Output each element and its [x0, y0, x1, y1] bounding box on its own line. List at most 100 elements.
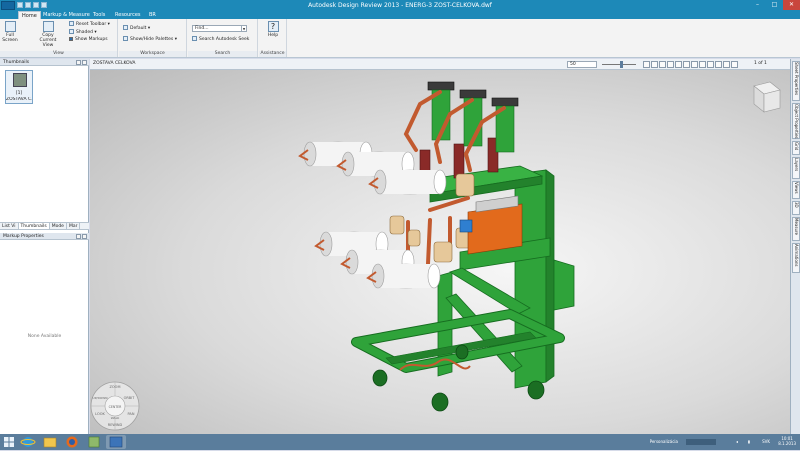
turn-icon[interactable]: [699, 61, 706, 68]
search-group-label: Search: [188, 51, 257, 57]
start-button[interactable]: [2, 435, 16, 449]
tab-resources[interactable]: Resources: [112, 11, 144, 19]
select-icon[interactable]: [643, 61, 650, 68]
app-window: Autodesk Design Review 2013 - ENERG-3 ZO…: [0, 0, 800, 434]
tab-home[interactable]: Home: [18, 11, 41, 19]
sheet-thumbnail[interactable]: [1] ZOSTAVA C...: [5, 70, 33, 104]
wheel-rewind-label[interactable]: REWIND: [108, 423, 123, 427]
workspace-group: Default ▾ Show/Hide Palettes ▾ Workspace: [119, 19, 187, 57]
wheel-walk-label[interactable]: WALK: [111, 416, 121, 420]
subtab-list-view[interactable]: List Vi: [0, 223, 19, 229]
language-indicator[interactable]: SVK: [762, 439, 770, 444]
palette-tab-grid[interactable]: Grid: [792, 141, 800, 155]
none-available-text: None Available: [27, 334, 62, 339]
tab-markup-measure[interactable]: Markup & Measure: [40, 11, 93, 19]
wheel-pan-label[interactable]: PAN: [128, 412, 135, 416]
minimize-button[interactable]: –: [749, 0, 766, 10]
close-button[interactable]: ✕: [783, 0, 800, 10]
wheel-orbit-label[interactable]: ORBIT: [124, 396, 136, 400]
zoom-percent-select[interactable]: 50: [567, 61, 597, 68]
palette-tab-views[interactable]: Views: [792, 181, 800, 199]
subtab-model[interactable]: Mode: [50, 223, 67, 229]
search-autodesk-seek-button[interactable]: Search Autodesk Seek: [192, 36, 249, 42]
zoom-slider-handle[interactable]: [620, 61, 623, 68]
first-page-icon[interactable]: [723, 61, 730, 68]
subtab-markups[interactable]: Mar: [67, 223, 81, 229]
find-placeholder: Find...: [195, 26, 209, 31]
zoom-icon[interactable]: [659, 61, 666, 68]
zoom-slider-track[interactable]: [602, 64, 636, 65]
zoom-value: 50: [570, 62, 576, 67]
reset-toolbar-icon: [69, 21, 74, 26]
find-dropdown-icon[interactable]: ▼: [241, 26, 246, 31]
full-screen-button[interactable]: Full Screen: [2, 21, 18, 43]
wheel-zoom-label[interactable]: ZOOM: [110, 385, 121, 389]
zoom-rectangle-icon[interactable]: [667, 61, 674, 68]
taskbar-file-explorer[interactable]: [40, 435, 60, 449]
orbit-icon[interactable]: [683, 61, 690, 68]
markup-pin-icon[interactable]: [76, 234, 81, 239]
tab-br[interactable]: BR: [146, 11, 159, 19]
panel-close-icon[interactable]: [82, 60, 87, 65]
find-input[interactable]: Find... ▼: [192, 25, 247, 32]
pan-icon[interactable]: [651, 61, 658, 68]
previous-page-icon[interactable]: [731, 61, 738, 68]
thumbnail-number: [1]: [15, 91, 23, 96]
tab-tools[interactable]: Tools: [90, 11, 108, 19]
palette-tab-object-properties[interactable]: Object Properties: [792, 103, 800, 139]
markup-close-icon[interactable]: [82, 234, 87, 239]
copy-current-view-button[interactable]: Copy Current View: [34, 21, 62, 48]
tray-app-icon[interactable]: [686, 439, 716, 445]
show-markups-check-icon: [69, 37, 73, 41]
palette-tab-sheet-properties[interactable]: Sheet Properties: [792, 61, 800, 101]
wheel-look-label[interactable]: LOOK: [95, 412, 105, 416]
folder-icon: [43, 437, 57, 448]
firefox-icon: [66, 436, 78, 448]
taskbar-files[interactable]: [84, 435, 104, 449]
constrained-orbit-icon[interactable]: [691, 61, 698, 68]
panel-subtabs: List Vi Thumbnails Mode Mar: [0, 222, 89, 230]
viewcube-icon[interactable]: [753, 81, 781, 113]
taskbar-internet-explorer[interactable]: [18, 435, 38, 449]
taskbar-firefox[interactable]: [62, 435, 82, 449]
walk-icon[interactable]: [715, 61, 722, 68]
shaded-label: Shaded: [76, 30, 93, 35]
subtab-thumbnails[interactable]: Thumbnails: [18, 223, 50, 229]
taskbar-design-review[interactable]: [106, 435, 126, 449]
look-icon[interactable]: [707, 61, 714, 68]
full-screen-icon: [4, 21, 16, 32]
wheel-center-label[interactable]: CENTER: [109, 405, 123, 409]
clock[interactable]: 10:01 8.1.2013: [778, 436, 796, 446]
shaded-button[interactable]: Shaded ▾: [69, 29, 97, 35]
palette-tab-animations[interactable]: Animations: [792, 243, 800, 273]
window-title: Autodesk Design Review 2013 - ENERG-3 ZO…: [308, 2, 492, 9]
show-hide-palettes-button[interactable]: Show/Hide Palettes ▾: [123, 36, 177, 42]
windows-logo-icon: [4, 437, 14, 447]
speaker-icon[interactable]: ◂: [736, 439, 738, 444]
panel-pin-icon[interactable]: [76, 60, 81, 65]
wheel-updown-label[interactable]: UP/DOWN: [93, 396, 108, 400]
palette-tab-3d[interactable]: 3D: [792, 201, 800, 215]
palette-tab-layers[interactable]: Layers: [792, 157, 800, 179]
reset-toolbar-button[interactable]: Reset Toolbar ▾: [69, 21, 110, 27]
maximize-button[interactable]: □: [766, 0, 783, 10]
model-canvas[interactable]: ZOOM ORBIT PAN REWIND CENTER LOOK UP/DOW…: [90, 70, 790, 434]
window-controls: – □ ✕: [749, 0, 800, 10]
lower-insulators: [314, 231, 441, 289]
search-autodesk-seek-label: Search Autodesk Seek: [199, 37, 250, 42]
show-markups-checkbox[interactable]: Show Markups: [69, 37, 108, 43]
copy-current-view-label: Copy Current View: [39, 33, 57, 48]
title-bar: Autodesk Design Review 2013 - ENERG-3 ZO…: [0, 0, 800, 11]
palette-tab-measure[interactable]: Measure: [792, 217, 800, 241]
breadcrumb: ZOSTAVA CELKOVA: [93, 61, 136, 66]
design-review-icon: [109, 436, 123, 448]
clock-date: 8.1.2013: [778, 441, 796, 446]
files-icon: [88, 436, 100, 448]
help-button[interactable]: ? Help: [265, 21, 281, 38]
ribbon: Full Screen Copy Current View Reset Tool…: [0, 19, 800, 58]
network-icon[interactable]: ▮: [748, 439, 750, 444]
fit-to-window-icon[interactable]: [675, 61, 682, 68]
steering-wheel-icon[interactable]: ZOOM ORBIT PAN REWIND CENTER LOOK UP/DOW…: [90, 381, 140, 431]
default-workspace-button[interactable]: Default ▾: [123, 25, 150, 31]
help-label: Help: [267, 33, 279, 38]
